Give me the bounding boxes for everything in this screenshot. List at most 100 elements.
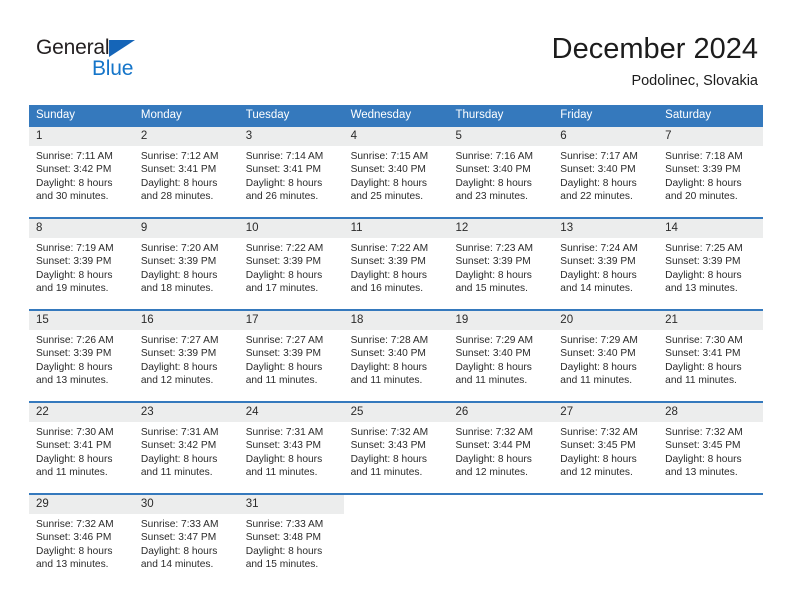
daylight-text-line1: Daylight: 8 hours	[36, 177, 113, 189]
day-cell[interactable]: Sunrise: 7:25 AM Sunset: 3:39 PM Dayligh…	[658, 238, 763, 309]
daylight-text-line2: and 11 minutes.	[350, 467, 423, 479]
daylight-text-line2: and 18 minutes.	[140, 283, 214, 295]
daylight-text-line1: Daylight: 8 hours	[560, 177, 637, 189]
day-number: 13	[560, 222, 574, 234]
day-cell[interactable]: Sunrise: 7:29 AM Sunset: 3:40 PM Dayligh…	[553, 330, 658, 401]
day-number: 28	[665, 406, 678, 418]
sunset-text: Sunset: 3:39 PM	[36, 256, 112, 268]
week-detail-row: Sunrise: 7:32 AM Sunset: 3:46 PM Dayligh…	[29, 514, 763, 585]
sunset-text: Sunset: 3:43 PM	[350, 440, 426, 452]
day-cell[interactable]: Sunrise: 7:18 AM Sunset: 3:39 PM Dayligh…	[658, 146, 763, 217]
day-number: 6	[560, 130, 567, 142]
daylight-text-line2: and 13 minutes.	[36, 559, 109, 571]
day-number-empty	[343, 495, 449, 514]
sunrise-text: Sunrise: 7:22 AM	[350, 243, 429, 254]
sunset-text: Sunset: 3:43 PM	[245, 440, 322, 452]
day-cell[interactable]: Sunrise: 7:31 AM Sunset: 3:43 PM Dayligh…	[239, 422, 344, 493]
sunrise-text: Sunrise: 7:17 AM	[560, 151, 638, 162]
day-cell[interactable]: Sunrise: 7:12 AM Sunset: 3:41 PM Dayligh…	[134, 146, 239, 217]
daylight-text-line1: Daylight: 8 hours	[36, 545, 113, 557]
day-cell[interactable]: Sunrise: 7:33 AM Sunset: 3:48 PM Dayligh…	[239, 514, 344, 585]
day-cell[interactable]: Sunrise: 7:33 AM Sunset: 3:47 PM Dayligh…	[134, 514, 239, 585]
daylight-text-line2: and 23 minutes.	[455, 191, 528, 203]
weekday-header-tuesday: Tuesday	[245, 109, 290, 121]
day-cell[interactable]: Sunrise: 7:32 AM Sunset: 3:43 PM Dayligh…	[344, 422, 449, 493]
daylight-text-line2: and 13 minutes.	[36, 375, 109, 387]
sunrise-text: Sunrise: 7:25 AM	[665, 243, 743, 254]
day-cell[interactable]: Sunrise: 7:32 AM Sunset: 3:46 PM Dayligh…	[29, 514, 134, 585]
sunrise-text: Sunrise: 7:24 AM	[560, 243, 638, 254]
day-number: 16	[140, 314, 154, 326]
daylight-text-line2: and 13 minutes.	[665, 283, 738, 295]
logo-triangle-icon	[109, 40, 135, 57]
sunrise-text: Sunrise: 7:29 AM	[560, 335, 638, 346]
day-cell[interactable]: Sunrise: 7:14 AM Sunset: 3:41 PM Dayligh…	[239, 146, 344, 217]
daylight-text-line1: Daylight: 8 hours	[560, 269, 637, 281]
day-number-empty	[448, 495, 554, 514]
sunrise-text: Sunrise: 7:12 AM	[140, 151, 219, 162]
sunset-text: Sunset: 3:40 PM	[560, 164, 636, 176]
week-detail-row: Sunrise: 7:30 AM Sunset: 3:41 PM Dayligh…	[29, 422, 763, 493]
sunset-text: Sunset: 3:42 PM	[140, 440, 217, 452]
page-header: General Blue December 2024 Podolinec, Sl…	[0, 0, 792, 104]
sunrise-text: Sunrise: 7:26 AM	[36, 335, 114, 346]
general-blue-logo[interactable]: General Blue	[36, 36, 216, 88]
sunset-text: Sunset: 3:39 PM	[140, 256, 217, 268]
day-cell[interactable]: Sunrise: 7:27 AM Sunset: 3:39 PM Dayligh…	[239, 330, 344, 401]
day-cell[interactable]: Sunrise: 7:23 AM Sunset: 3:39 PM Dayligh…	[448, 238, 553, 309]
day-cell[interactable]: Sunrise: 7:31 AM Sunset: 3:42 PM Dayligh…	[134, 422, 239, 493]
day-cell[interactable]: Sunrise: 7:30 AM Sunset: 3:41 PM Dayligh…	[29, 422, 134, 493]
daylight-text-line1: Daylight: 8 hours	[455, 453, 532, 465]
day-number: 2	[140, 130, 148, 142]
day-cell[interactable]: Sunrise: 7:29 AM Sunset: 3:40 PM Dayligh…	[448, 330, 553, 401]
daylight-text-line2: and 17 minutes.	[245, 283, 319, 295]
daylight-text-line1: Daylight: 8 hours	[350, 361, 428, 373]
daylight-text-line1: Daylight: 8 hours	[140, 269, 218, 281]
day-number: 1	[36, 130, 43, 142]
day-cell[interactable]: Sunrise: 7:19 AM Sunset: 3:39 PM Dayligh…	[29, 238, 134, 309]
daylight-text-line1: Daylight: 8 hours	[350, 453, 428, 465]
day-cell[interactable]: Sunrise: 7:32 AM Sunset: 3:44 PM Dayligh…	[448, 422, 553, 493]
calendar-week-row: 1 2 3 4 5 6 7 Sunrise: 7:11 AM Sunset: 3…	[29, 125, 763, 217]
calendar-page: General Blue December 2024 Podolinec, Sl…	[0, 0, 792, 612]
daylight-text-line1: Daylight: 8 hours	[245, 361, 323, 373]
weekday-header-monday: Monday	[140, 109, 182, 121]
day-cell[interactable]: Sunrise: 7:11 AM Sunset: 3:42 PM Dayligh…	[29, 146, 134, 217]
day-cell[interactable]: Sunrise: 7:15 AM Sunset: 3:40 PM Dayligh…	[344, 146, 449, 217]
day-cell[interactable]: Sunrise: 7:27 AM Sunset: 3:39 PM Dayligh…	[134, 330, 239, 401]
day-cell[interactable]: Sunrise: 7:32 AM Sunset: 3:45 PM Dayligh…	[658, 422, 763, 493]
week-detail-row: Sunrise: 7:26 AM Sunset: 3:39 PM Dayligh…	[29, 330, 763, 401]
day-number: 7	[665, 130, 672, 142]
day-cell[interactable]: Sunrise: 7:24 AM Sunset: 3:39 PM Dayligh…	[553, 238, 658, 309]
day-cell-empty	[448, 514, 553, 585]
day-cell[interactable]: Sunrise: 7:17 AM Sunset: 3:40 PM Dayligh…	[553, 146, 658, 217]
sunset-text: Sunset: 3:48 PM	[245, 532, 322, 544]
calendar-week-row: 22 23 24 25 26 27 28 Sunrise: 7:30 AM Su…	[29, 401, 763, 493]
daylight-text-line2: and 12 minutes.	[140, 375, 214, 387]
daylight-text-line1: Daylight: 8 hours	[140, 177, 218, 189]
daylight-text-line2: and 25 minutes.	[350, 191, 424, 203]
day-cell[interactable]: Sunrise: 7:28 AM Sunset: 3:40 PM Dayligh…	[344, 330, 449, 401]
day-cell[interactable]: Sunrise: 7:22 AM Sunset: 3:39 PM Dayligh…	[239, 238, 344, 309]
day-cell[interactable]: Sunrise: 7:22 AM Sunset: 3:39 PM Dayligh…	[344, 238, 449, 309]
daylight-text-line2: and 26 minutes.	[245, 191, 319, 203]
day-number: 24	[245, 406, 259, 418]
sunset-text: Sunset: 3:40 PM	[560, 348, 636, 360]
sunset-text: Sunset: 3:39 PM	[350, 256, 426, 268]
sunset-text: Sunset: 3:40 PM	[455, 348, 531, 360]
sunrise-text: Sunrise: 7:32 AM	[665, 427, 743, 438]
day-cell[interactable]: Sunrise: 7:32 AM Sunset: 3:45 PM Dayligh…	[553, 422, 658, 493]
daylight-text-line2: and 12 minutes.	[560, 467, 633, 479]
day-number: 23	[140, 406, 154, 418]
day-cell[interactable]: Sunrise: 7:16 AM Sunset: 3:40 PM Dayligh…	[448, 146, 553, 217]
weekday-header-saturday: Saturday	[665, 109, 712, 121]
daylight-text-line2: and 16 minutes.	[350, 283, 424, 295]
daylight-text-line1: Daylight: 8 hours	[245, 269, 323, 281]
sunrise-text: Sunrise: 7:27 AM	[140, 335, 219, 346]
day-cell[interactable]: Sunrise: 7:20 AM Sunset: 3:39 PM Dayligh…	[134, 238, 239, 309]
day-cell[interactable]: Sunrise: 7:26 AM Sunset: 3:39 PM Dayligh…	[29, 330, 134, 401]
sunset-text: Sunset: 3:44 PM	[455, 440, 531, 452]
daylight-text-line2: and 28 minutes.	[140, 191, 214, 203]
sunset-text: Sunset: 3:40 PM	[350, 348, 426, 360]
day-cell[interactable]: Sunrise: 7:30 AM Sunset: 3:41 PM Dayligh…	[658, 330, 763, 401]
